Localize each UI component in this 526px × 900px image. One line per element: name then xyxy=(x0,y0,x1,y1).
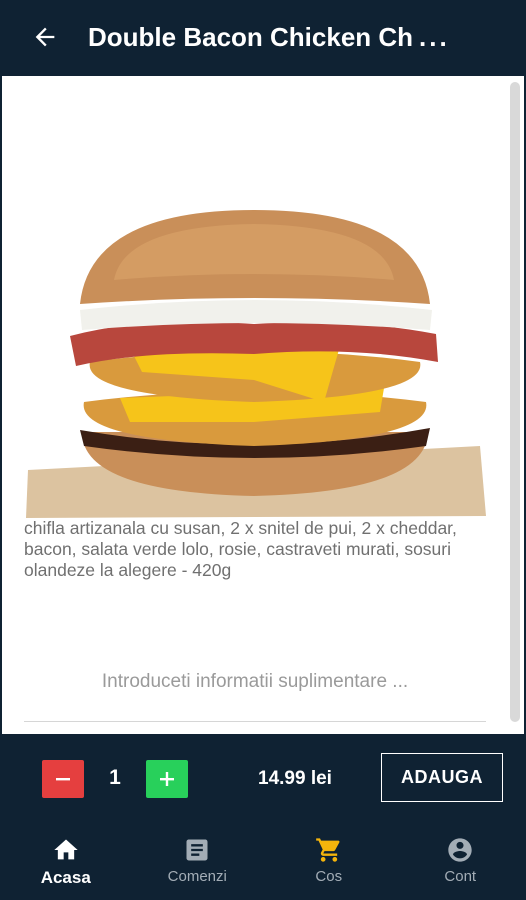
orders-icon xyxy=(186,839,208,861)
page-title: Double Bacon Chicken Ch xyxy=(88,21,414,52)
nav-item-label: Acasa xyxy=(40,868,91,887)
price-label: 14.99 lei xyxy=(258,768,332,789)
additional-info-input[interactable] xyxy=(24,642,486,722)
bottom-navigation: Acasa Comenzi Cos Cont xyxy=(0,822,526,900)
scrollbar[interactable] xyxy=(510,82,520,722)
product-description: chifla artizanala cu susan, 2 x snitel d… xyxy=(24,518,457,580)
nav-item-acasa[interactable]: Acasa xyxy=(0,822,132,900)
nav-item-comenzi[interactable]: Comenzi xyxy=(132,822,264,900)
product-content[interactable]: chifla artizanala cu susan, 2 x snitel d… xyxy=(2,76,524,734)
minus-icon xyxy=(56,778,70,781)
nav-item-cont[interactable]: Cont xyxy=(395,822,526,900)
title-ellipsis: ... xyxy=(419,21,450,52)
increase-quantity-button[interactable] xyxy=(146,760,188,798)
quantity-value: 1 xyxy=(109,766,121,789)
plus-icon xyxy=(160,772,174,786)
decrease-quantity-button[interactable] xyxy=(42,760,84,798)
nav-item-label: Cos xyxy=(315,868,343,885)
add-to-cart-button[interactable]: ADAUGA xyxy=(381,753,503,802)
account-icon xyxy=(448,838,472,862)
home-icon xyxy=(54,839,78,860)
back-button[interactable] xyxy=(22,14,68,60)
product-image xyxy=(26,210,486,518)
order-bar: 1 14.99 lei ADAUGA xyxy=(0,736,526,822)
nav-item-label: Comenzi xyxy=(167,868,227,885)
nav-item-label: Cont xyxy=(444,868,477,885)
back-arrow-icon xyxy=(35,27,55,47)
top-app-bar: Double Bacon Chicken Ch ... xyxy=(0,0,526,74)
cart-icon xyxy=(315,838,340,862)
nav-item-cos[interactable]: Cos xyxy=(263,822,395,900)
